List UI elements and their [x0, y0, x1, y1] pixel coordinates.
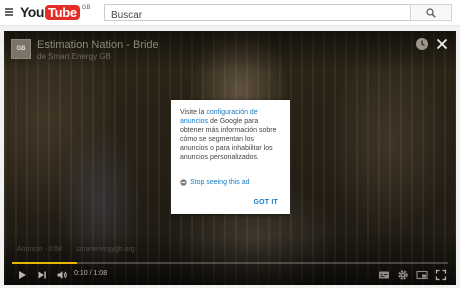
search-box[interactable] — [104, 4, 410, 23]
next-icon[interactable] — [36, 269, 48, 281]
search-icon — [426, 7, 436, 18]
ad-info-dialog: Visite la configuración de anuncios de G… — [171, 100, 290, 214]
youtube-logo[interactable]: You Tube GB — [20, 4, 90, 21]
masthead: You Tube GB — [0, 0, 460, 26]
video-channel[interactable]: de Smart Energy GB — [37, 52, 111, 61]
progress-bar[interactable] — [12, 262, 448, 264]
current-time: 0:10 — [74, 270, 88, 277]
play-icon[interactable] — [16, 269, 28, 281]
block-icon — [180, 179, 187, 186]
page: You Tube GB GB Estimation Nation - Bride… — [0, 0, 460, 288]
clock-icon[interactable] — [415, 37, 429, 51]
miniplayer-icon[interactable] — [416, 269, 428, 281]
settings-icon[interactable] — [397, 269, 409, 281]
close-icon[interactable] — [436, 38, 448, 50]
menu-icon[interactable] — [5, 8, 13, 16]
video-title[interactable]: Estimation Nation - Bride — [37, 39, 159, 51]
subtitles-icon[interactable] — [378, 269, 390, 281]
channel-avatar-text: GB — [16, 46, 26, 52]
search-input[interactable] — [105, 8, 410, 23]
video-player[interactable]: GB Estimation Nation - Bride de Smart En… — [4, 31, 456, 285]
player-controls: 0:10 / 1:08 — [4, 265, 456, 285]
time-display: 0:10 / 1:08 — [74, 270, 107, 277]
stop-seeing-ad-link[interactable]: Stop seeing this ad — [190, 179, 250, 186]
search-button[interactable] — [410, 4, 452, 21]
ad-url-link[interactable]: smartenergygb.org — [76, 246, 135, 253]
ad-info-text-start: Visite la — [180, 109, 207, 116]
volume-icon[interactable] — [56, 269, 68, 281]
stop-seeing-ad-row[interactable]: Stop seeing this ad — [180, 179, 250, 186]
logo-tube-text: Tube — [44, 5, 80, 20]
channel-avatar[interactable]: GB — [11, 39, 31, 59]
fullscreen-icon[interactable] — [435, 269, 447, 281]
ad-info-text: Visite la configuración de anuncios de G… — [180, 108, 281, 162]
logo-you-text: You — [20, 4, 44, 20]
progress-fill — [12, 262, 78, 264]
ad-label: Anuncio · 0:58 — [17, 246, 63, 253]
logo-region-label: GB — [81, 5, 91, 11]
got-it-button[interactable]: GOT IT — [253, 199, 278, 206]
duration: 1:08 — [93, 270, 108, 277]
